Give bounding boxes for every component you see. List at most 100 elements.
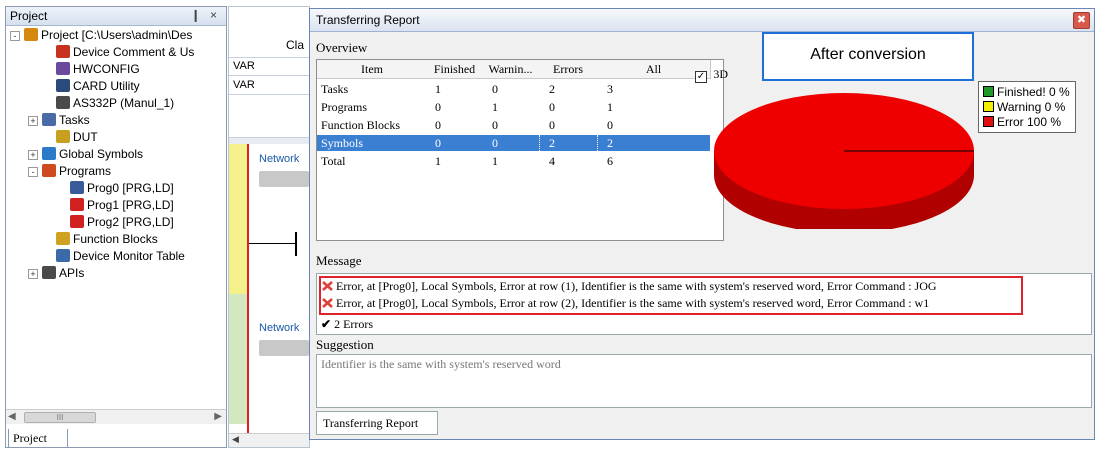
table-cell: Tasks (321, 82, 349, 96)
project-panel-title: Project (10, 9, 48, 23)
tree-item-label: APIs (59, 266, 85, 280)
tree-item[interactable]: Programs (42, 163, 111, 180)
table-cell: 0 (492, 82, 498, 96)
ladder-left-power-rail (247, 144, 249, 434)
table-cell: 1 (492, 154, 498, 168)
checkmark-icon: ✔ (321, 317, 332, 331)
splitter[interactable] (229, 137, 309, 144)
tree-item[interactable]: DUT (56, 129, 98, 146)
tree-item[interactable]: Function Blocks (56, 231, 158, 248)
column-header[interactable]: Finished (427, 60, 483, 79)
var-row[interactable]: VAR (229, 76, 309, 95)
tree-item-label: Project [C:\Users\admin\Des (41, 28, 193, 42)
tree-item[interactable]: Prog2 [PRG,LD] (70, 214, 174, 231)
tree-item-label: Function Blocks (73, 232, 158, 246)
column-header[interactable]: Errors (539, 60, 598, 79)
tree-item[interactable]: Project [C:\Users\admin\Des (24, 27, 192, 44)
tree-item-label: DUT (73, 130, 98, 144)
project-tree: Project [C:\Users\admin\Des - Device Comme… (6, 27, 226, 407)
tree-item-label: Device Monitor Table (73, 249, 185, 263)
tree-item[interactable]: CARD Utility (56, 78, 140, 95)
tree-item[interactable]: Device Monitor Table (56, 248, 185, 265)
suggestion-label: Suggestion (316, 337, 374, 352)
tree-item[interactable]: AS332P (Manul_1) (56, 95, 174, 112)
tree-item[interactable]: Device Comment & Us (56, 44, 194, 61)
error-x-icon (321, 280, 334, 292)
panel-pin-close-icon[interactable]: ❙ × (191, 8, 220, 22)
close-icon[interactable]: ✖ (1073, 12, 1090, 29)
error-highlight-box: Error, at [Prog0], Local Symbols, Error … (319, 276, 1023, 315)
table-cell: 0 (435, 118, 441, 132)
table-cell: 6 (607, 154, 613, 168)
error-count-label: 2 Errors (334, 317, 374, 331)
message-item[interactable]: Error, at [Prog0], Local Symbols, Error … (321, 279, 937, 294)
prog-error-icon (70, 215, 84, 228)
tree-item[interactable]: Prog1 [PRG,LD] (70, 197, 174, 214)
network-comment-box[interactable] (259, 340, 309, 356)
expand-icon[interactable]: + (28, 150, 38, 160)
tree-item-label: CARD Utility (73, 79, 140, 93)
editor-horizontal-scrollbar[interactable]: ◀ (229, 433, 309, 447)
tab-transferring-report[interactable]: Transferring Report (316, 411, 438, 435)
var-row[interactable]: VAR (229, 57, 309, 76)
overview-table: Item Finished Warnin... Errors All Tasks 1 0 2 3… (316, 59, 724, 241)
column-header[interactable]: Item (317, 60, 428, 79)
scroll-thumb[interactable]: III (24, 412, 96, 423)
tree-item[interactable]: HWCONFIG (56, 61, 140, 78)
prog-error-icon (70, 198, 84, 211)
dut-icon (56, 130, 70, 143)
tree-item-label: Prog1 [PRG,LD] (87, 198, 174, 212)
hwconfig-icon (56, 62, 70, 75)
tab-transferring-report-label: Transferring Report (323, 416, 419, 430)
network-comment-box[interactable] (259, 171, 309, 187)
tree-item[interactable]: Prog0 [PRG,LD] (70, 180, 174, 197)
project-horizontal-scrollbar[interactable]: ◀ III ▶ (6, 409, 226, 424)
tree-item[interactable]: Global Symbols (42, 146, 143, 163)
apis-icon (42, 266, 56, 279)
message-text: Error, at [Prog0], Local Symbols, Error … (336, 279, 937, 293)
project-panel-header: Project ❙ × (6, 7, 226, 26)
collapse-icon[interactable]: - (10, 31, 20, 41)
tree-item[interactable]: Tasks (42, 112, 90, 129)
table-cell: Function Blocks (321, 118, 401, 132)
tree-item-label: Prog2 [PRG,LD] (87, 215, 174, 229)
pie-chart (714, 93, 974, 229)
dialog-title-bar[interactable]: Transferring Report ✖ (310, 9, 1094, 32)
selected-row-highlight[interactable] (317, 135, 710, 151)
programs-icon (42, 164, 56, 177)
legend-label: Finished! 0 % (997, 85, 1070, 99)
ladder-rail-green (229, 294, 247, 424)
expand-icon[interactable]: + (28, 116, 38, 126)
legend-label: Error 100 % (997, 115, 1062, 129)
prog-icon (70, 181, 84, 194)
tree-item-label: Programs (59, 164, 112, 178)
tree-item[interactable]: APIs (42, 265, 84, 282)
dialog-title: Transferring Report (316, 13, 420, 27)
legend-label: Warning 0 % (997, 100, 1066, 114)
column-header[interactable]: All (597, 60, 711, 79)
expand-icon[interactable]: + (28, 269, 38, 279)
device-comment-icon (56, 45, 70, 58)
table-cell: 0 (435, 100, 441, 114)
focus-cell-marker (597, 135, 614, 151)
legend-item-finished: Finished! 0 % (983, 85, 1070, 99)
table-cell: 1 (435, 154, 441, 168)
tree-item-label: Device Comment & Us (73, 45, 195, 59)
tab-project-label: Project (13, 431, 47, 445)
checkbox-checked-icon[interactable]: ✓ (695, 71, 707, 83)
chart-legend: Finished! 0 % Warning 0 % Error 100 % (978, 81, 1076, 133)
tree-item-label: Prog0 [PRG,LD] (87, 181, 174, 195)
legend-swatch (983, 116, 994, 127)
class-column-header: Cla (286, 38, 305, 52)
column-header[interactable]: Warnin... (482, 60, 540, 79)
tab-project[interactable]: Project (8, 429, 68, 448)
error-count-filter[interactable]: ✔ 2 Errors (321, 317, 373, 332)
contact-bar (295, 232, 297, 256)
tree-item-label: Global Symbols (59, 147, 144, 161)
collapse-icon[interactable]: - (28, 167, 38, 177)
message-label: Message (316, 253, 362, 268)
message-item[interactable]: Error, at [Prog0], Local Symbols, Error … (321, 296, 929, 310)
table-cell: 1 (607, 100, 613, 114)
function-blocks-icon (56, 232, 70, 245)
error-x-icon (321, 297, 334, 309)
